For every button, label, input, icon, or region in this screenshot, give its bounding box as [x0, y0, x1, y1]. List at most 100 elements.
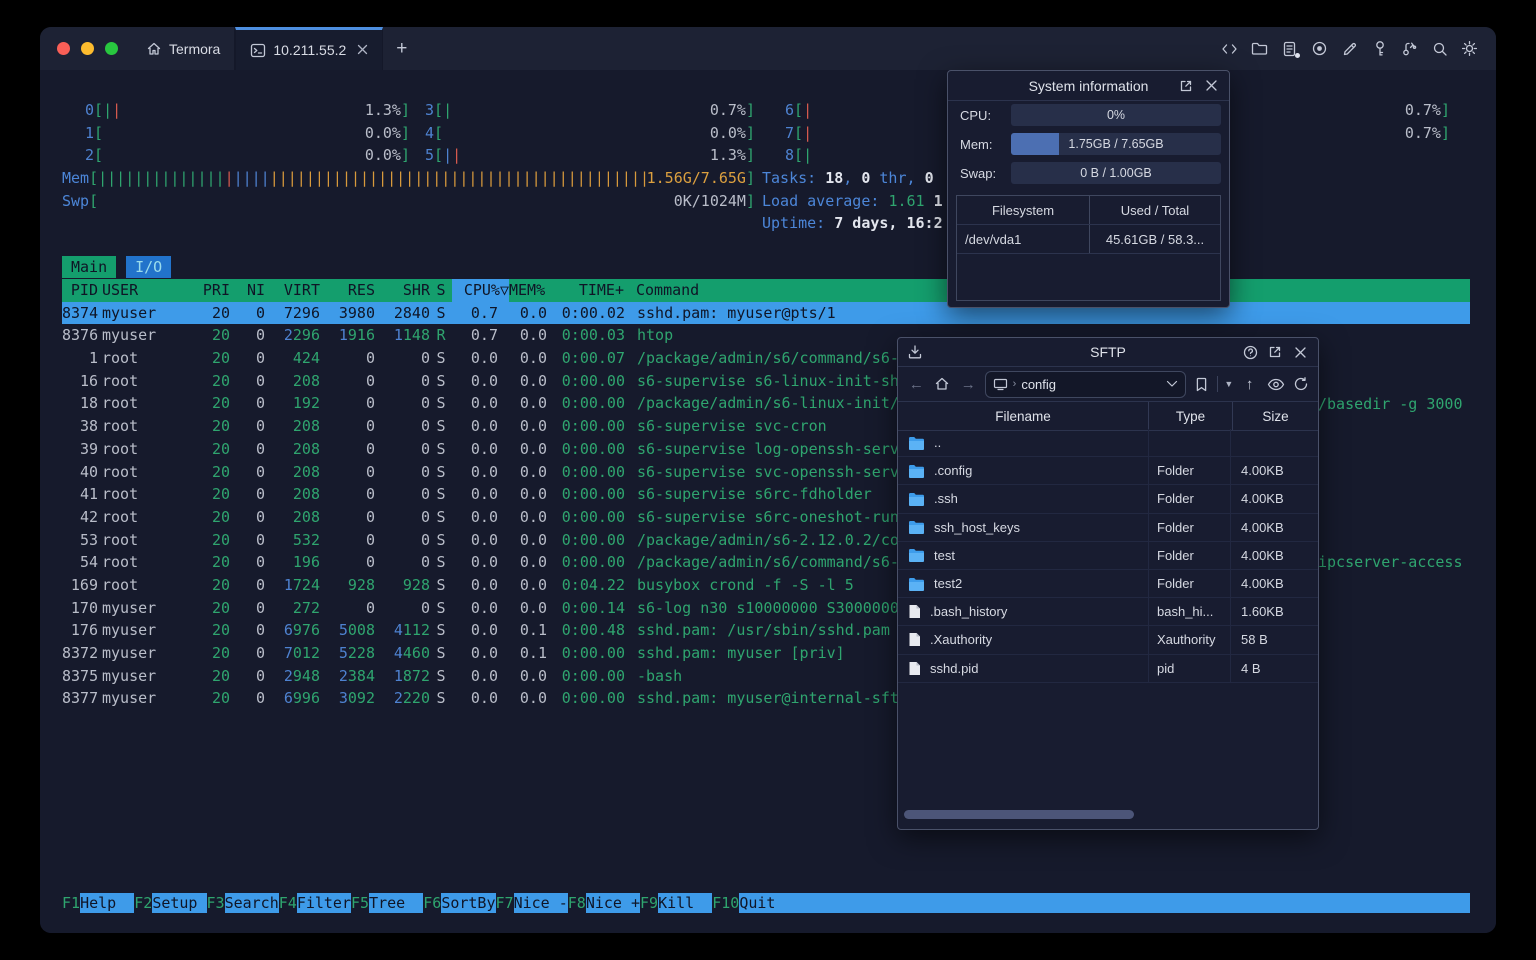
file-row---[interactable]: ..: [898, 429, 1318, 458]
file-row-sshd-pid[interactable]: sshd.pid pid 4 B: [898, 654, 1318, 683]
file-table-header[interactable]: Filename Type Size: [898, 402, 1318, 431]
settings-gear-icon[interactable]: [1461, 40, 1478, 57]
cpu-meter-1: 1[0.0%]: [85, 123, 410, 142]
file-size: 1.60KB: [1241, 604, 1284, 620]
column-header-virt[interactable]: VIRT: [265, 279, 320, 302]
fkey-action-nice--[interactable]: Nice +: [585, 893, 640, 913]
filesystem-table: Filesystem Used / Total /dev/vda1 45.61G…: [956, 195, 1221, 301]
show-hidden-eye-icon[interactable]: [1266, 378, 1285, 391]
code-snippets-icon[interactable]: [1221, 40, 1238, 57]
log-file-icon[interactable]: [1281, 40, 1300, 58]
folder-icon[interactable]: [1251, 40, 1268, 57]
file-name: ..: [934, 435, 942, 451]
column-header-ni[interactable]: NI: [230, 279, 265, 302]
fkey-f7: F7: [495, 894, 514, 912]
app-window: Termora 10.211.55.2 + Mem[||||||||||||||…: [40, 27, 1496, 933]
column-header-pri[interactable]: PRI: [202, 279, 230, 302]
open-in-window-icon[interactable]: [1178, 78, 1194, 94]
back-arrow-icon[interactable]: ←: [906, 376, 927, 393]
sftp-panel: SFTP ← → › config ▼ ↑ Filename Type Size…: [897, 337, 1319, 830]
fkey-action-setup[interactable]: Setup: [152, 893, 207, 913]
folder-icon: [909, 577, 924, 591]
close-window-button[interactable]: [57, 42, 70, 55]
system-information-panel: System information CPU: 0% Mem: 1.75GB / 7.…: [947, 70, 1230, 308]
edit-pencil-icon[interactable]: [1341, 40, 1358, 57]
close-panel-icon[interactable]: [1292, 344, 1308, 360]
horizontal-scrollbar[interactable]: [904, 810, 1134, 819]
gauge-label: CPU:: [960, 107, 992, 123]
process-table-header[interactable]: PID USER PRI NI VIRT RES SHR S CPU%▽ MEM% TIME+ Com…: [62, 279, 1470, 302]
memory-meter: Mem[||||||||||||||||||||||||||||||||||||…: [62, 169, 755, 187]
file-icon: [909, 661, 920, 675]
fkey-action-help[interactable]: Help: [80, 893, 135, 913]
cpu-meter-3: 3[| 0.7%]: [425, 101, 755, 119]
column-header-mem[interactable]: MEM%: [509, 279, 546, 302]
home-icon[interactable]: [933, 376, 952, 392]
fkey-f9: F9: [640, 894, 659, 912]
fkey-action-filter[interactable]: Filter: [296, 893, 351, 913]
file-row-test2[interactable]: test2 Folder 4.00KB: [898, 569, 1318, 599]
process-row-8374[interactable]: 8374 myuser 20 0 7296 3980 2840 S 0.7 0.0 0:00.02 s…: [62, 301, 1470, 325]
home-icon: [146, 41, 162, 57]
new-tab-button[interactable]: +: [383, 27, 420, 70]
fkey-action-kill[interactable]: Kill: [658, 893, 713, 913]
type-column-header[interactable]: Type: [1148, 402, 1233, 430]
column-header-shr[interactable]: SHR: [375, 279, 430, 302]
file-name: test: [934, 547, 955, 563]
refresh-icon[interactable]: [1291, 376, 1310, 392]
column-header-user[interactable]: USER: [102, 279, 202, 302]
tab-close-icon[interactable]: [357, 42, 368, 58]
current-path-label: config: [1021, 376, 1057, 392]
fkey-f4: F4: [278, 894, 297, 912]
fkey-action-quit[interactable]: Quit: [739, 893, 1470, 913]
fkey-f8: F8: [567, 894, 586, 912]
file-type: Folder: [1148, 457, 1231, 485]
record-icon[interactable]: [1311, 40, 1328, 57]
tasks-stat: Tasks: 18, 0 thr, 0: [762, 169, 934, 187]
file-name: .ssh: [934, 491, 958, 507]
fkey-action-sortby[interactable]: SortBy: [441, 893, 496, 913]
tab-session[interactable]: 10.211.55.2: [235, 27, 384, 70]
file-size: 4.00KB: [1241, 576, 1284, 592]
close-panel-icon[interactable]: [1203, 78, 1219, 94]
forward-arrow-icon[interactable]: →: [958, 376, 979, 393]
filesystem-row[interactable]: /dev/vda1 45.61GB / 58.3...: [957, 225, 1220, 254]
fkey-action-search[interactable]: Search: [224, 893, 279, 913]
column-header-res[interactable]: RES: [320, 279, 375, 302]
bookmark-icon[interactable]: [1192, 377, 1211, 392]
file-size: 4.00KB: [1241, 519, 1284, 535]
keychain-icon[interactable]: [1401, 40, 1418, 57]
bookmark-dropdown-caret[interactable]: ▼: [1224, 379, 1233, 389]
file-row-ssh-host-keys[interactable]: ssh_host_keys Folder 4.00KB: [898, 513, 1318, 542]
file-row--ssh[interactable]: .ssh Folder 4.00KB: [898, 485, 1318, 514]
transfers-download-icon[interactable]: [898, 344, 923, 360]
filename-column-header[interactable]: Filename: [898, 409, 1148, 424]
file-name: test2: [934, 576, 963, 592]
file-row--config[interactable]: .config Folder 4.00KB: [898, 457, 1318, 486]
open-in-window-icon[interactable]: [1267, 344, 1283, 360]
column-header-time[interactable]: TIME+: [546, 279, 624, 302]
fkey-action-nice--[interactable]: Nice -: [513, 893, 568, 913]
folder-icon: [909, 549, 924, 563]
size-column-header[interactable]: Size: [1233, 409, 1318, 424]
help-icon[interactable]: [1242, 344, 1258, 360]
htop-tab-main[interactable]: Main: [62, 256, 117, 278]
computer-icon: [993, 378, 1007, 390]
minimize-window-button[interactable]: [81, 42, 94, 55]
path-breadcrumb[interactable]: › config: [984, 370, 1187, 398]
file-row--bash-history[interactable]: .bash_history bash_hi... 1.60KB: [898, 598, 1318, 627]
column-header-cpu[interactable]: CPU%▽: [452, 279, 509, 302]
column-header-s[interactable]: S: [430, 279, 452, 302]
file-row-test[interactable]: test Folder 4.00KB: [898, 541, 1318, 570]
file-row--Xauthority[interactable]: .Xauthority Xauthority 58 B: [898, 626, 1318, 655]
swap-meter: Swp[0K/1024M]: [62, 191, 755, 210]
key-icon[interactable]: [1371, 40, 1388, 57]
fkey-action-tree[interactable]: Tree: [369, 893, 424, 913]
tab-termora-home[interactable]: Termora: [132, 27, 236, 70]
column-header-pid[interactable]: PID: [62, 279, 98, 302]
zoom-window-button[interactable]: [105, 42, 118, 55]
upload-up-arrow-icon[interactable]: ↑: [1239, 376, 1260, 393]
filesystem-usage: 45.61GB / 58.3...: [1105, 231, 1205, 247]
search-icon[interactable]: [1431, 40, 1448, 57]
htop-tab-io[interactable]: I/O: [126, 256, 172, 278]
